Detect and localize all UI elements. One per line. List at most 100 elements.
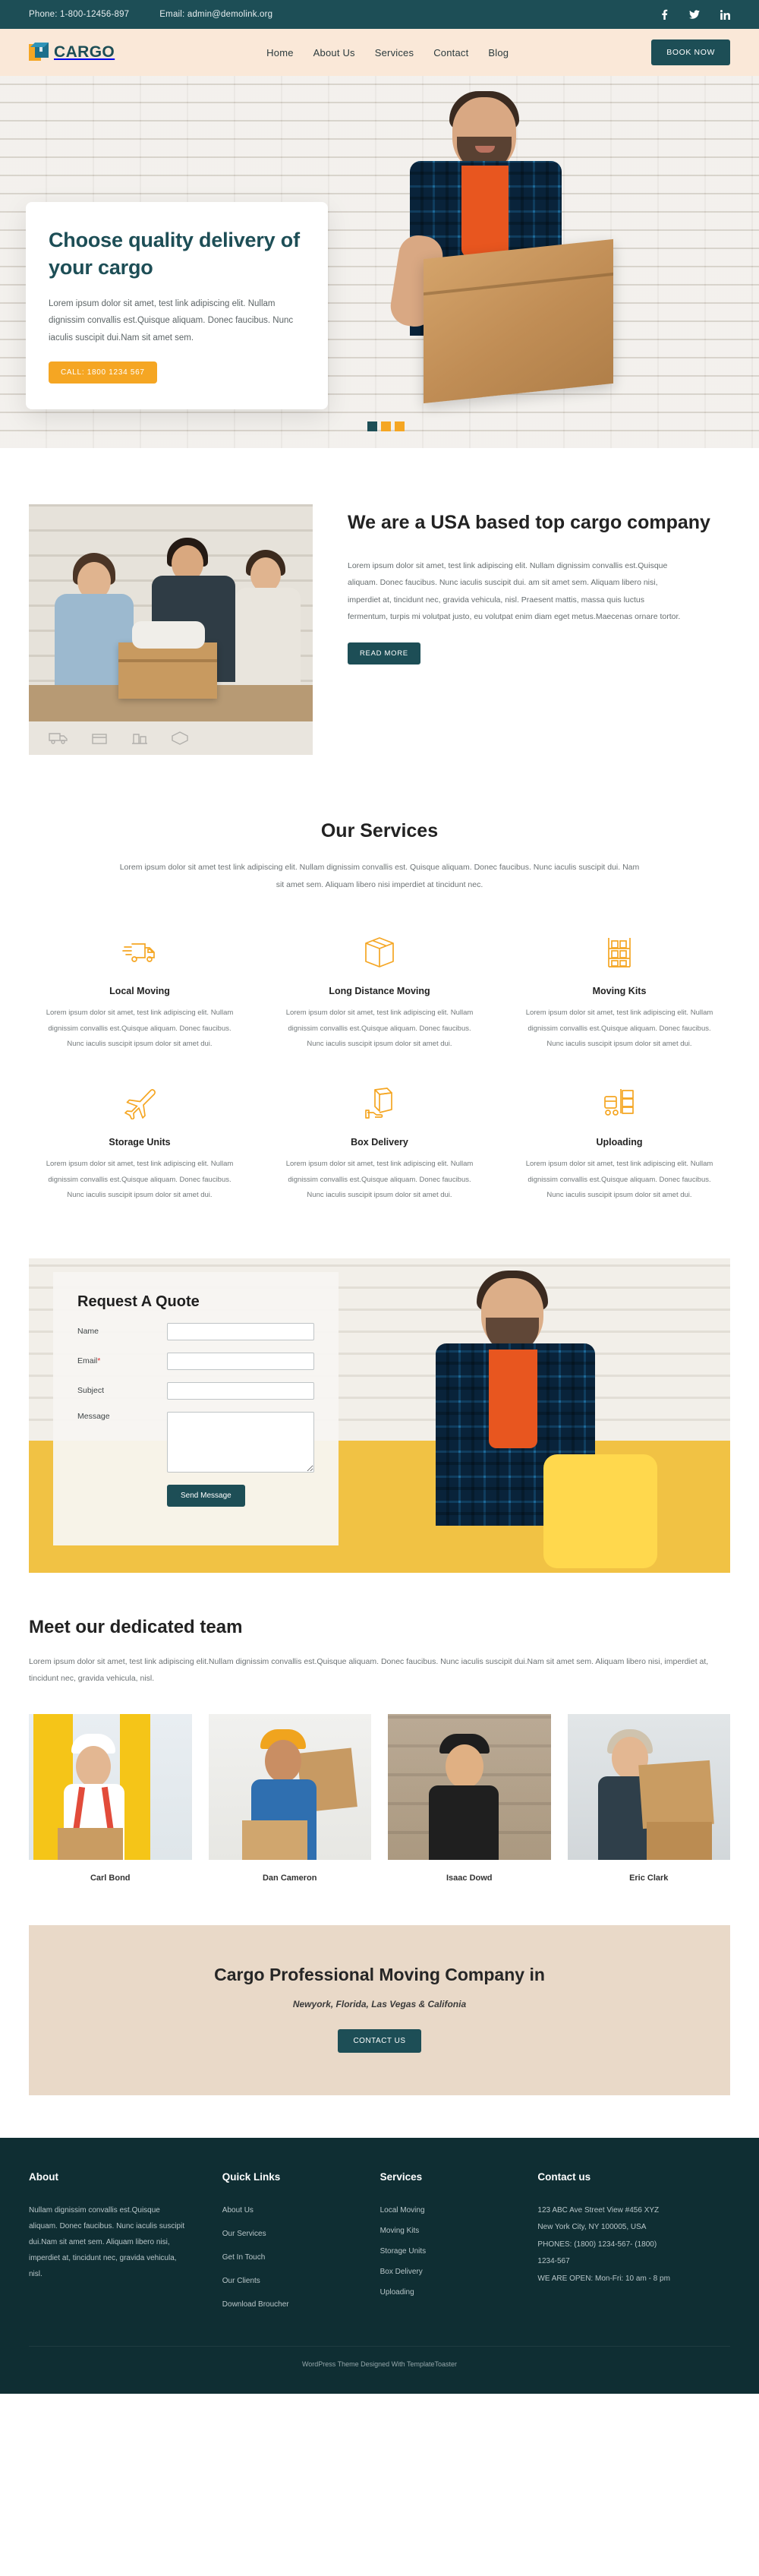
cta-subtitle: Newyork, Florida, Las Vegas & Califonia xyxy=(292,1998,467,2009)
team-member-dan-cameron[interactable]: Dan Cameron xyxy=(208,1713,371,1883)
nav-item-contact[interactable]: Contact xyxy=(433,47,468,58)
main-navbar: CARGO Home About Us Services Contact Blo… xyxy=(0,29,759,76)
service-body: Lorem ipsum dolor sit amet, test link ad… xyxy=(46,1009,234,1048)
delivery-truck-icon xyxy=(41,934,238,971)
airplane-icon xyxy=(41,1085,238,1122)
footer-address-line: New York City, NY 100005, USA xyxy=(537,2223,647,2232)
footer-service-storage-units[interactable]: Storage Units xyxy=(380,2247,427,2256)
service-title: Moving Kits xyxy=(592,986,647,997)
nav-links: Home About Us Services Contact Blog xyxy=(266,47,509,58)
carousel-dot-3[interactable] xyxy=(395,421,405,431)
hand-truck-icon xyxy=(521,1085,718,1122)
book-now-button[interactable]: BOOK NOW xyxy=(651,39,730,65)
footer-service-uploading[interactable]: Uploading xyxy=(380,2288,414,2297)
footer-contact-title: Contact us xyxy=(537,2170,591,2183)
footer-service-box-delivery[interactable]: Box Delivery xyxy=(380,2268,423,2276)
hero-call-button[interactable]: CALL: 1800 1234 567 xyxy=(49,361,157,384)
read-more-button[interactable]: READ MORE xyxy=(348,642,420,665)
list-item: Get In Touch xyxy=(222,2249,365,2263)
service-card-storage-units[interactable]: Storage Units Lorem ipsum dolor sit amet… xyxy=(29,1085,250,1203)
footer-services-list: Local Moving Moving Kits Storage Units B… xyxy=(380,2202,523,2298)
footer-column-about: About Nullam dignissim convallis est.Qui… xyxy=(29,2171,207,2320)
list-item: Storage Units xyxy=(380,2243,523,2257)
footer-link-about-us[interactable]: About Us xyxy=(222,2206,254,2215)
nav-item-home[interactable]: Home xyxy=(266,47,293,58)
about-text-block: We are a USA based top cargo company Lor… xyxy=(348,504,710,755)
quote-form-card: Request A Quote Name Email* Subject Mess… xyxy=(53,1271,339,1545)
team-member-carl-bond[interactable]: Carl Bond xyxy=(29,1713,192,1883)
cta-wrapper: Cargo Professional Moving Company in New… xyxy=(0,1924,759,2138)
topbar-email: Email: admin@demolink.org xyxy=(159,10,273,19)
services-grid: Local Moving Lorem ipsum dolor sit amet,… xyxy=(29,934,730,1204)
about-title: We are a USA based top cargo company xyxy=(348,512,710,533)
service-body: Lorem ipsum dolor sit amet, test link ad… xyxy=(525,1009,713,1048)
list-item: Local Moving xyxy=(380,2202,523,2216)
service-body: Lorem ipsum dolor sit amet, test link ad… xyxy=(285,1160,474,1200)
nav-item-services[interactable]: Services xyxy=(375,47,414,58)
footer-service-local-moving[interactable]: Local Moving xyxy=(380,2206,425,2215)
send-message-button[interactable]: Send Message xyxy=(167,1484,245,1507)
team-photo xyxy=(388,1713,551,1860)
footer-columns: About Nullam dignissim convallis est.Qui… xyxy=(29,2171,730,2320)
footer-about-title: About xyxy=(29,2170,58,2183)
service-title: Storage Units xyxy=(109,1137,171,1148)
list-item: Box Delivery xyxy=(380,2264,523,2278)
email-label: Email* xyxy=(77,1356,101,1366)
footer-address-line: 123 ABC Ave Street View #456 XYZ xyxy=(537,2205,660,2215)
name-input[interactable] xyxy=(167,1322,314,1340)
service-card-long-distance-moving[interactable]: Long Distance Moving Lorem ipsum dolor s… xyxy=(269,934,490,1052)
subject-input[interactable] xyxy=(167,1381,314,1400)
team-photo xyxy=(567,1713,730,1860)
footer-link-our-services[interactable]: Our Services xyxy=(222,2230,266,2238)
site-footer: About Nullam dignissim convallis est.Qui… xyxy=(0,2137,759,2394)
contact-us-button[interactable]: CONTACT US xyxy=(338,2028,421,2053)
email-input[interactable] xyxy=(167,1352,314,1370)
warehouse-shelf-icon xyxy=(521,934,718,971)
landing-page: Phone: 1-800-12456-897 Email: admin@demo… xyxy=(0,0,759,2394)
carousel-dot-1[interactable] xyxy=(367,421,377,431)
team-member-eric-clark[interactable]: Eric Clark xyxy=(567,1713,730,1883)
service-title: Box Delivery xyxy=(351,1137,408,1148)
site-logo[interactable]: CARGO xyxy=(29,43,115,62)
team-member-isaac-dowd[interactable]: Isaac Dowd xyxy=(388,1713,551,1883)
facebook-icon[interactable] xyxy=(659,9,669,20)
linkedin-icon[interactable] xyxy=(720,9,730,20)
form-row-email: Email* xyxy=(77,1352,314,1370)
footer-service-moving-kits[interactable]: Moving Kits xyxy=(380,2227,420,2235)
service-card-uploading[interactable]: Uploading Lorem ipsum dolor sit amet, te… xyxy=(509,1085,730,1203)
hero-section: Choose quality delivery of your cargo Lo… xyxy=(0,76,759,448)
list-item: Our Clients xyxy=(222,2273,365,2287)
list-item: Download Broucher xyxy=(222,2297,365,2310)
twitter-icon[interactable] xyxy=(689,9,700,20)
form-row-name: Name xyxy=(77,1322,314,1340)
carousel-dot-2[interactable] xyxy=(381,421,391,431)
team-photo xyxy=(29,1713,192,1860)
hero-carousel-indicators xyxy=(367,421,405,431)
about-body: Lorem ipsum dolor sit amet, test link ad… xyxy=(348,560,681,622)
footer-link-our-clients[interactable]: Our Clients xyxy=(222,2277,260,2285)
service-card-local-moving[interactable]: Local Moving Lorem ipsum dolor sit amet,… xyxy=(29,934,250,1052)
footer-quicklinks-title: Quick Links xyxy=(222,2170,281,2183)
service-card-moving-kits[interactable]: Moving Kits Lorem ipsum dolor sit amet, … xyxy=(509,934,730,1052)
team-member-name: Dan Cameron xyxy=(262,1873,317,1883)
footer-link-get-in-touch[interactable]: Get In Touch xyxy=(222,2253,266,2262)
footer-phone-line: PHONES: (1800) 1234-567- (1800) xyxy=(537,2240,657,2249)
message-textarea[interactable] xyxy=(167,1411,314,1473)
service-card-box-delivery[interactable]: Box Delivery Lorem ipsum dolor sit amet,… xyxy=(269,1085,490,1203)
team-section: Meet our dedicated team Lorem ipsum dolo… xyxy=(0,1573,759,1925)
required-marker: * xyxy=(97,1356,101,1366)
team-grid: Carl Bond Dan Cameron Isaac Dowd Eric Cl… xyxy=(29,1713,730,1883)
nav-item-blog[interactable]: Blog xyxy=(488,47,509,58)
footer-quicklinks-list: About Us Our Services Get In Touch Our C… xyxy=(222,2202,365,2310)
about-section: We are a USA based top cargo company Lor… xyxy=(0,448,759,808)
quote-title: Request A Quote xyxy=(77,1293,200,1310)
hero-photo-delivery-man xyxy=(380,76,630,448)
hero-title: Choose quality delivery of your cargo xyxy=(49,229,300,279)
footer-hours-line: WE ARE OPEN: Mon-Fri: 10 am - 8 pm xyxy=(537,2274,670,2283)
nav-item-about-us[interactable]: About Us xyxy=(313,47,355,58)
cta-title: Cargo Professional Moving Company in xyxy=(214,1964,545,1984)
message-label: Message xyxy=(77,1411,110,1421)
cta-banner: Cargo Professional Moving Company in New… xyxy=(29,1924,730,2095)
topbar-phone: Phone: 1-800-12456-897 xyxy=(29,10,130,19)
footer-link-download-broucher[interactable]: Download Broucher xyxy=(222,2300,289,2309)
